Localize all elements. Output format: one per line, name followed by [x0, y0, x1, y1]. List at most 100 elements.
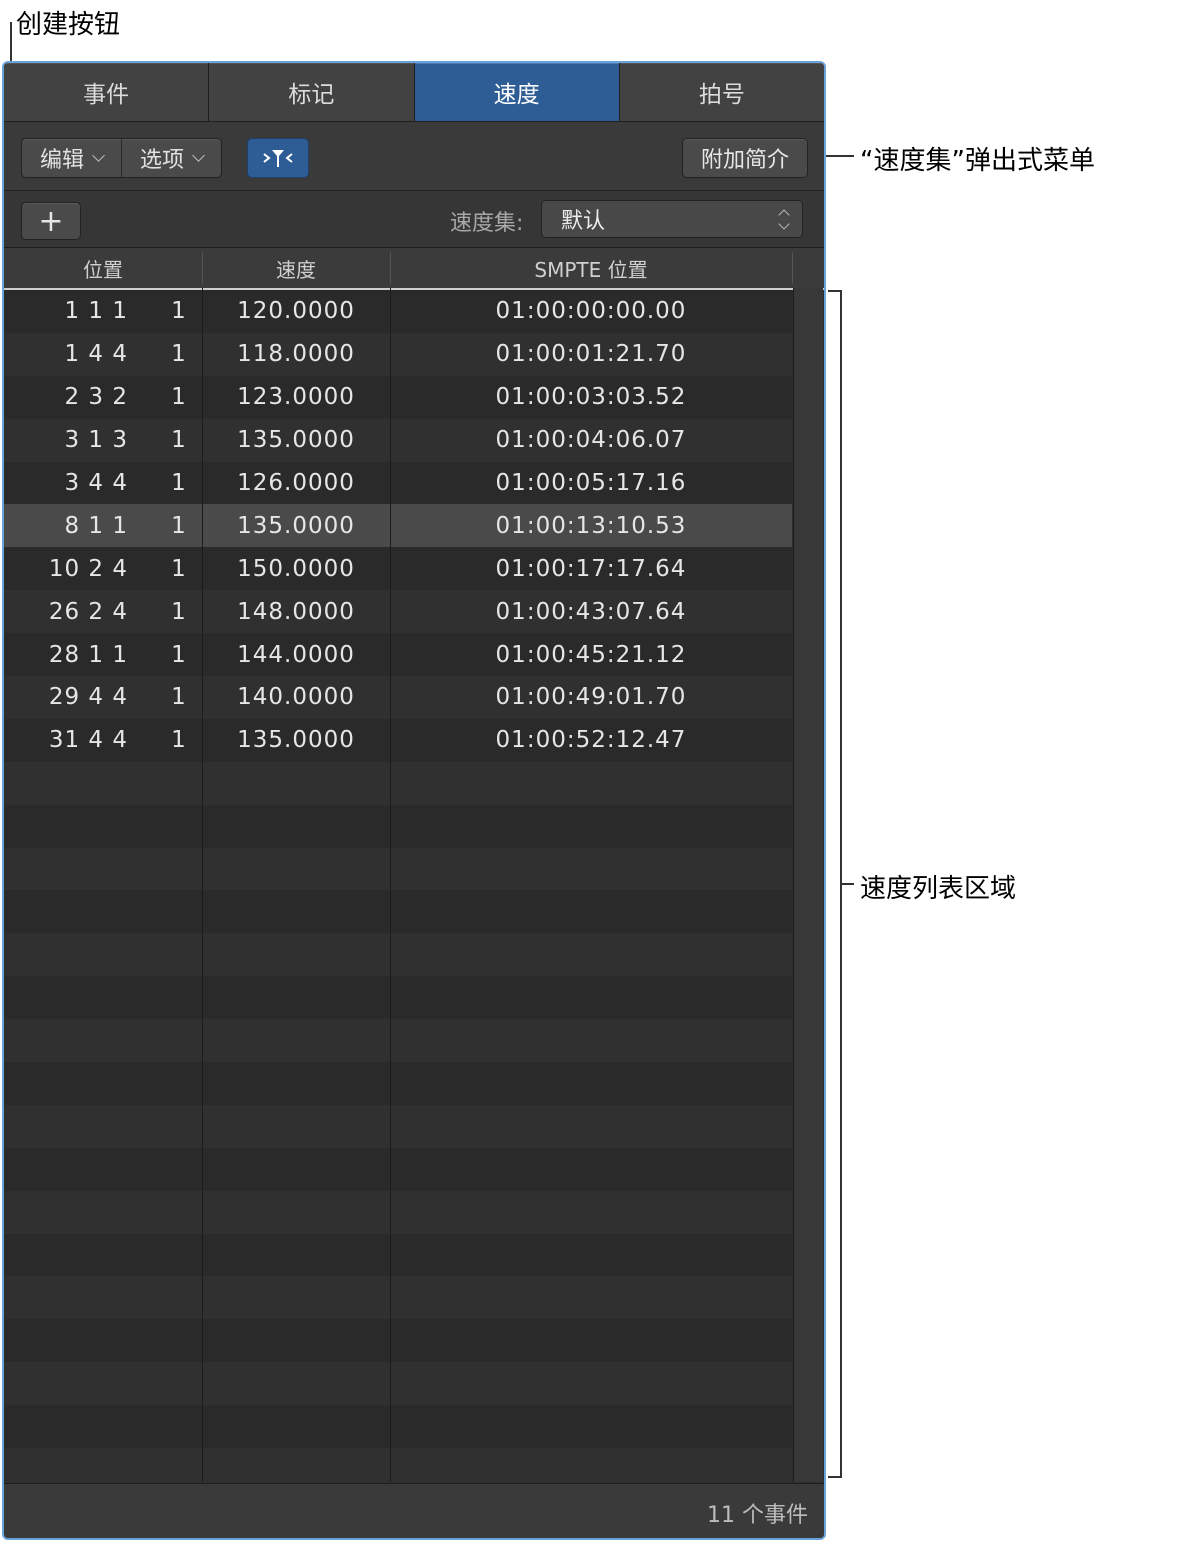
smpte-cell[interactable]: 01:00:01:21.70 — [391, 333, 791, 376]
position-cell[interactable]: 8 1 1 — [64, 504, 128, 547]
table-row[interactable]: 3 1 3 1 135.0000 01:00:04:06.07 — [4, 418, 792, 462]
table-header: 位置 速度 SMPTE 位置 — [4, 248, 824, 290]
table-row[interactable]: 26 2 4 1 148.0000 01:00:43:07.64 — [4, 590, 792, 634]
empty-row — [4, 1362, 792, 1406]
empty-row — [4, 1147, 792, 1191]
tempo-cell[interactable]: 144.0000 — [202, 633, 390, 676]
empty-row — [4, 1319, 792, 1363]
tempo-list-window: 事件 标记 速度 拍号 编辑 选项 附加简介 + 速度集: 默认 位置 速度 S… — [2, 61, 826, 1540]
position-cell[interactable]: 1 1 1 — [64, 290, 128, 333]
tempo-cell[interactable]: 126.0000 — [202, 462, 390, 505]
column-header-position[interactable]: 位置 — [4, 248, 202, 288]
chevron-down-icon — [192, 149, 205, 162]
header-divider — [792, 252, 793, 284]
position-cell[interactable]: 3 4 4 — [64, 462, 128, 505]
smpte-cell[interactable]: 01:00:45:21.12 — [391, 633, 791, 676]
bracket-bottom — [828, 1476, 842, 1478]
smpte-cell[interactable]: 01:00:49:01.70 — [391, 676, 791, 719]
table-row[interactable]: 2 3 2 1 123.0000 01:00:03:03.52 — [4, 375, 792, 419]
table-row[interactable]: 8 1 1 1 135.0000 01:00:13:10.53 — [4, 504, 792, 548]
vertical-scrollbar[interactable] — [793, 288, 823, 1482]
tick-cell[interactable]: 1 — [169, 376, 189, 419]
column-header-smpte[interactable]: SMPTE 位置 — [390, 248, 792, 288]
create-button[interactable]: + — [21, 202, 81, 240]
tab-markers[interactable]: 标记 — [209, 63, 415, 121]
tempo-cell[interactable]: 118.0000 — [202, 333, 390, 376]
tick-cell[interactable]: 1 — [169, 419, 189, 462]
smpte-cell[interactable]: 01:00:52:12.47 — [391, 719, 791, 762]
table-row[interactable]: 1 4 4 1 118.0000 01:00:01:21.70 — [4, 332, 792, 376]
empty-row — [4, 1019, 792, 1063]
position-cell[interactable]: 10 2 4 — [49, 547, 128, 590]
smpte-cell[interactable]: 01:00:00:00.00 — [391, 290, 791, 333]
position-cell[interactable]: 26 2 4 — [49, 590, 128, 633]
table-row[interactable]: 28 1 1 1 144.0000 01:00:45:21.12 — [4, 633, 792, 677]
tab-bar: 事件 标记 速度 拍号 — [4, 63, 824, 122]
callout-tempo-set-menu: “速度集”弹出式菜单 — [860, 146, 1095, 176]
tick-cell[interactable]: 1 — [169, 633, 189, 676]
tempo-set-popup[interactable]: 默认 — [541, 200, 803, 238]
callout-create-button: 创建按钮 — [16, 10, 121, 40]
empty-row — [4, 1190, 792, 1234]
options-menu-label: 选项 — [140, 148, 185, 173]
column-header-tempo[interactable]: 速度 — [202, 248, 390, 288]
tempo-cell[interactable]: 135.0000 — [202, 719, 390, 762]
chevron-down-icon — [92, 149, 105, 162]
tempo-set-label: 速度集: — [450, 211, 524, 236]
position-cell[interactable]: 3 1 3 — [64, 419, 128, 462]
tempo-cell[interactable]: 135.0000 — [202, 504, 390, 547]
tick-cell[interactable]: 1 — [169, 590, 189, 633]
table-row[interactable]: 3 4 4 1 126.0000 01:00:05:17.16 — [4, 461, 792, 505]
smpte-cell[interactable]: 01:00:03:03.52 — [391, 376, 791, 419]
empty-row — [4, 933, 792, 977]
add-info-button[interactable]: 附加简介 — [681, 138, 808, 178]
position-cell[interactable]: 28 1 1 — [49, 633, 128, 676]
smpte-cell[interactable]: 01:00:17:17.64 — [391, 547, 791, 590]
position-cell[interactable]: 2 3 2 — [64, 376, 128, 419]
table-row[interactable]: 10 2 4 1 150.0000 01:00:17:17.64 — [4, 547, 792, 591]
tick-cell[interactable]: 1 — [169, 547, 189, 590]
plus-icon: + — [38, 203, 64, 239]
event-count: 11 个事件 — [707, 1503, 808, 1528]
position-cell[interactable]: 1 4 4 — [64, 333, 128, 376]
tick-cell[interactable]: 1 — [169, 333, 189, 376]
edit-menu-button[interactable]: 编辑 — [22, 139, 121, 177]
catch-playhead-button[interactable] — [247, 138, 309, 178]
updown-arrows-icon — [778, 207, 790, 233]
tick-cell[interactable]: 1 — [169, 504, 189, 547]
smpte-cell[interactable]: 01:00:13:10.53 — [391, 504, 791, 547]
table-row[interactable]: 31 4 4 1 135.0000 01:00:52:12.47 — [4, 718, 792, 762]
status-footer: 11 个事件 — [4, 1483, 824, 1538]
smpte-cell[interactable]: 01:00:43:07.64 — [391, 590, 791, 633]
tempo-list-table: 位置 速度 SMPTE 位置 1 1 1 1 120.0000 01:00:00:00… — [4, 248, 824, 1491]
tempo-cell[interactable]: 148.0000 — [202, 590, 390, 633]
tempo-set-value: 默认 — [561, 209, 606, 234]
position-cell[interactable]: 29 4 4 — [49, 676, 128, 719]
tick-cell[interactable]: 1 — [169, 290, 189, 333]
tempo-cell[interactable]: 120.0000 — [202, 290, 390, 333]
tick-cell[interactable]: 1 — [169, 462, 189, 505]
tick-cell[interactable]: 1 — [169, 676, 189, 719]
tempo-cell[interactable]: 140.0000 — [202, 676, 390, 719]
position-cell[interactable]: 31 4 4 — [49, 719, 128, 762]
smpte-cell[interactable]: 01:00:05:17.16 — [391, 462, 791, 505]
tab-signature[interactable]: 拍号 — [620, 63, 824, 121]
tempo-rows: 1 1 1 1 120.0000 01:00:00:00.00 1 4 4 1 118.00… — [4, 290, 792, 1491]
tempo-cell[interactable]: 150.0000 — [202, 547, 390, 590]
tick-cell[interactable]: 1 — [169, 719, 189, 762]
empty-row — [4, 890, 792, 934]
empty-row — [4, 1062, 792, 1105]
tempo-cell[interactable]: 123.0000 — [202, 376, 390, 419]
smpte-cell[interactable]: 01:00:04:06.07 — [391, 419, 791, 462]
catch-playhead-icon — [263, 150, 293, 167]
options-menu-button[interactable]: 选项 — [121, 139, 221, 177]
table-row[interactable]: 1 1 1 1 120.0000 01:00:00:00.00 — [4, 290, 792, 333]
tab-events[interactable]: 事件 — [4, 63, 210, 121]
bracket-top — [828, 290, 842, 292]
tempo-cell[interactable]: 135.0000 — [202, 419, 390, 462]
edit-options-group: 编辑 选项 — [21, 138, 223, 178]
table-row[interactable]: 29 4 4 1 140.0000 01:00:49:01.70 — [4, 676, 792, 719]
empty-row — [4, 761, 792, 805]
empty-row — [4, 976, 792, 1020]
tab-tempo[interactable]: 速度 — [414, 63, 620, 121]
